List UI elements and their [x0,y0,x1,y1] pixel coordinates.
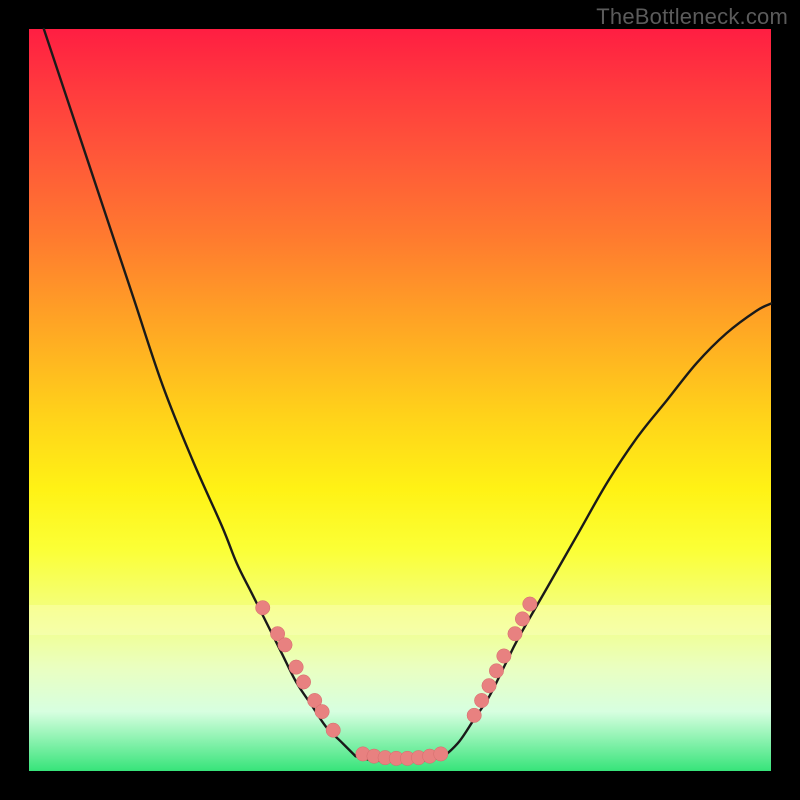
data-marker [515,612,529,626]
watermark-label: TheBottleneck.com [596,4,788,30]
data-marker [315,704,329,718]
data-marker [289,660,303,674]
data-marker [256,601,270,615]
data-marker [482,678,496,692]
data-marker [434,747,448,761]
data-marker [489,664,503,678]
data-marker [474,693,488,707]
data-marker [278,638,292,652]
data-marker [326,723,340,737]
data-marker [497,649,511,663]
data-marker [467,708,481,722]
data-marker [296,675,310,689]
curve-layer [44,29,771,762]
series-left-curve [44,29,356,756]
chart-frame: TheBottleneck.com [0,0,800,800]
data-marker [508,627,522,641]
marker-layer [256,597,538,766]
chart-svg [29,29,771,771]
data-marker [523,597,537,611]
